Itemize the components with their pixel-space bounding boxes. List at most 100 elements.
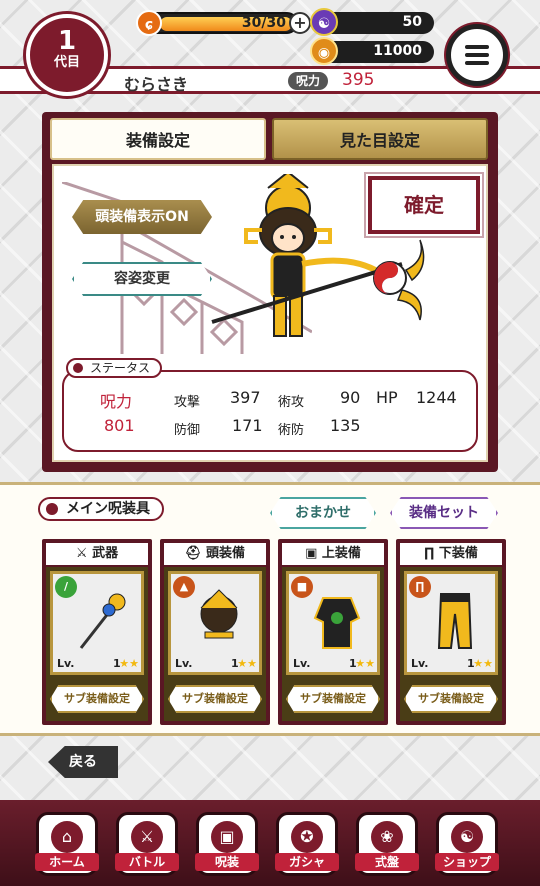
total-power-label: 呪力 <box>100 392 133 411</box>
gacha-icon: ✪ <box>291 821 323 853</box>
add-stamina-button[interactable]: + <box>289 12 311 34</box>
bottom-nav: ⌂ ホーム ⚔ バトル ▣ 呪装 ✪ ガシャ ❀ 式盤 ☯ ショップ <box>0 800 540 886</box>
slot-body: ■ Lv. 1 ★★ サブ装備設定 <box>282 567 384 721</box>
attack-value: 397 <box>230 388 261 407</box>
magic-attack-value: 90 <box>340 388 361 407</box>
nav-label: ホーム <box>35 853 99 871</box>
level-label: Lv. <box>175 657 193 670</box>
lower-armor-item-image <box>437 593 473 649</box>
star-icon: ★★ <box>119 657 139 670</box>
stamina-bar: ɕ 30/30 <box>136 10 298 36</box>
level-label: Lv. <box>293 657 311 670</box>
slot-lower: ∏ 下装備 ∏ Lv. 1 ★★ サブ装備設定 <box>396 539 506 725</box>
star-icon: ★★ <box>473 657 493 670</box>
status-tag: ステータス <box>66 358 163 378</box>
menu-button[interactable] <box>446 24 508 86</box>
headgear-display-toggle[interactable]: 頭装備表示ON <box>72 200 212 234</box>
tab-equip-settings[interactable]: 装備設定 <box>50 118 266 160</box>
pants-icon: ∏ <box>424 546 439 561</box>
star-icon: ★★ <box>237 657 257 670</box>
status-box: ステータス 呪力 801 攻撃 397 術攻 90 HP 1244 防御 171… <box>62 358 478 452</box>
generation-badge[interactable]: 1 代目 <box>26 14 108 96</box>
sub-equipment-button[interactable]: サブ装備設定 <box>286 685 380 713</box>
slot-body: ∏ Lv. 1 ★★ サブ装備設定 <box>400 567 502 721</box>
nav-armor[interactable]: ▣ 呪装 <box>195 812 259 876</box>
battle-icon: ⚔ <box>131 821 163 853</box>
magic-defense-label: 術防 <box>278 423 305 438</box>
total-power-value: 801 <box>104 416 135 435</box>
gold-counter[interactable]: ◉ 11000 <box>310 37 434 65</box>
shop-icon: ☯ <box>451 821 483 853</box>
confirm-button[interactable]: 確定 <box>368 176 480 234</box>
sub-equipment-button[interactable]: サブ装備設定 <box>404 685 498 713</box>
character-stage: 頭装備表示ON 容姿変更 確定 ステータス 呪力 801 攻撃 397 術攻 9… <box>52 164 488 462</box>
attack-label: 攻撃 <box>174 395 201 410</box>
slot-label-text: 武器 <box>92 546 119 561</box>
armor-icon: ▣ <box>211 821 243 853</box>
sub-equipment-button[interactable]: サブ装備設定 <box>168 685 262 713</box>
slot-head: ⛑ 頭装備 ▲ Lv. 1 ★★ サブ装備設定 <box>160 539 270 725</box>
nav-gacha[interactable]: ✪ ガシャ <box>275 812 339 876</box>
magatama-icon: ☯ <box>310 8 338 36</box>
flame-icon: ɕ <box>136 10 162 36</box>
slot-weapon: ⚔ 武器 / Lv. 1 ★★ サブ装備設定 <box>42 539 152 725</box>
nav-label: ショップ <box>435 853 499 871</box>
stamina-text: 30/30 <box>241 15 286 31</box>
slot-label: ∏ 下装備 <box>400 543 502 565</box>
auto-equip-button[interactable]: おまかせ <box>270 497 376 529</box>
sword-icon: ⚔ <box>75 546 93 561</box>
nav-board[interactable]: ❀ 式盤 <box>355 812 419 876</box>
gold-value: 11000 <box>373 43 422 59</box>
player-name: むらさき <box>124 75 189 94</box>
equipment-section: メイン呪装具 おまかせ 装備セット ⚔ 武器 / Lv. 1 ★★ サブ装備設定… <box>0 482 540 736</box>
defense-value: 171 <box>232 416 263 435</box>
header: 1 代目 むらさき 呪力 395 ɕ 30/30 + ☯ 50 ◉ 11000 <box>0 0 540 100</box>
magatama-counter[interactable]: ☯ 50 <box>310 8 434 36</box>
equipment-card-weapon[interactable]: / Lv. 1 ★★ <box>50 571 144 675</box>
slot-body: ▲ Lv. 1 ★★ サブ装備設定 <box>164 567 266 721</box>
coin-bag-icon: ◉ <box>310 37 338 65</box>
power-value: 395 <box>342 70 375 90</box>
magatama-value: 50 <box>402 14 422 30</box>
appearance-change-button[interactable]: 容姿変更 <box>72 262 212 296</box>
board-icon: ❀ <box>371 821 403 853</box>
helmet-icon: ⛑ <box>184 546 206 561</box>
slot-label: ⛑ 頭装備 <box>164 543 266 565</box>
star-icon: ★★ <box>355 657 375 670</box>
magic-defense-value: 135 <box>330 416 361 435</box>
slot-label-text: 上装備 <box>321 546 361 561</box>
slot-upper: ▣ 上装備 ■ Lv. 1 ★★ サブ装備設定 <box>278 539 388 725</box>
slot-body: / Lv. 1 ★★ サブ装備設定 <box>46 567 148 721</box>
magic-attack-label: 術攻 <box>278 395 305 410</box>
nav-label: 呪装 <box>195 853 259 871</box>
jacket-icon: ▣ <box>305 546 322 561</box>
nav-shop[interactable]: ☯ ショップ <box>435 812 499 876</box>
hp-value: 1244 <box>416 388 457 407</box>
nav-home[interactable]: ⌂ ホーム <box>35 812 99 876</box>
level-label: Lv. <box>57 657 75 670</box>
nav-label: 式盤 <box>355 853 419 871</box>
slot-label-text: 頭装備 <box>206 546 246 561</box>
nav-label: ガシャ <box>275 853 339 871</box>
generation-number: 1 <box>57 26 77 56</box>
upper-armor-item-image <box>313 597 361 649</box>
main-equipment-tag: メイン呪装具 <box>38 497 164 521</box>
hamburger-line <box>465 53 489 57</box>
equipment-card-lower[interactable]: ∏ Lv. 1 ★★ <box>404 571 498 675</box>
level-label: Lv. <box>411 657 429 670</box>
tab-appearance-settings[interactable]: 見た目設定 <box>272 118 488 160</box>
generation-label: 代目 <box>53 55 80 70</box>
defense-label: 防御 <box>174 423 201 438</box>
slot-label-text: 下装備 <box>438 546 478 561</box>
nav-battle[interactable]: ⚔ バトル <box>115 812 179 876</box>
slot-label: ⚔ 武器 <box>46 543 148 565</box>
equipment-card-upper[interactable]: ■ Lv. 1 ★★ <box>286 571 380 675</box>
slot-label: ▣ 上装備 <box>282 543 384 565</box>
nav-label: バトル <box>115 853 179 871</box>
sub-equipment-button[interactable]: サブ装備設定 <box>50 685 144 713</box>
power-label: 呪力 <box>288 72 329 90</box>
home-icon: ⌂ <box>51 821 83 853</box>
equipment-card-head[interactable]: ▲ Lv. 1 ★★ <box>168 571 262 675</box>
equipment-set-button[interactable]: 装備セット <box>390 497 498 529</box>
staff-item-image <box>79 593 126 649</box>
